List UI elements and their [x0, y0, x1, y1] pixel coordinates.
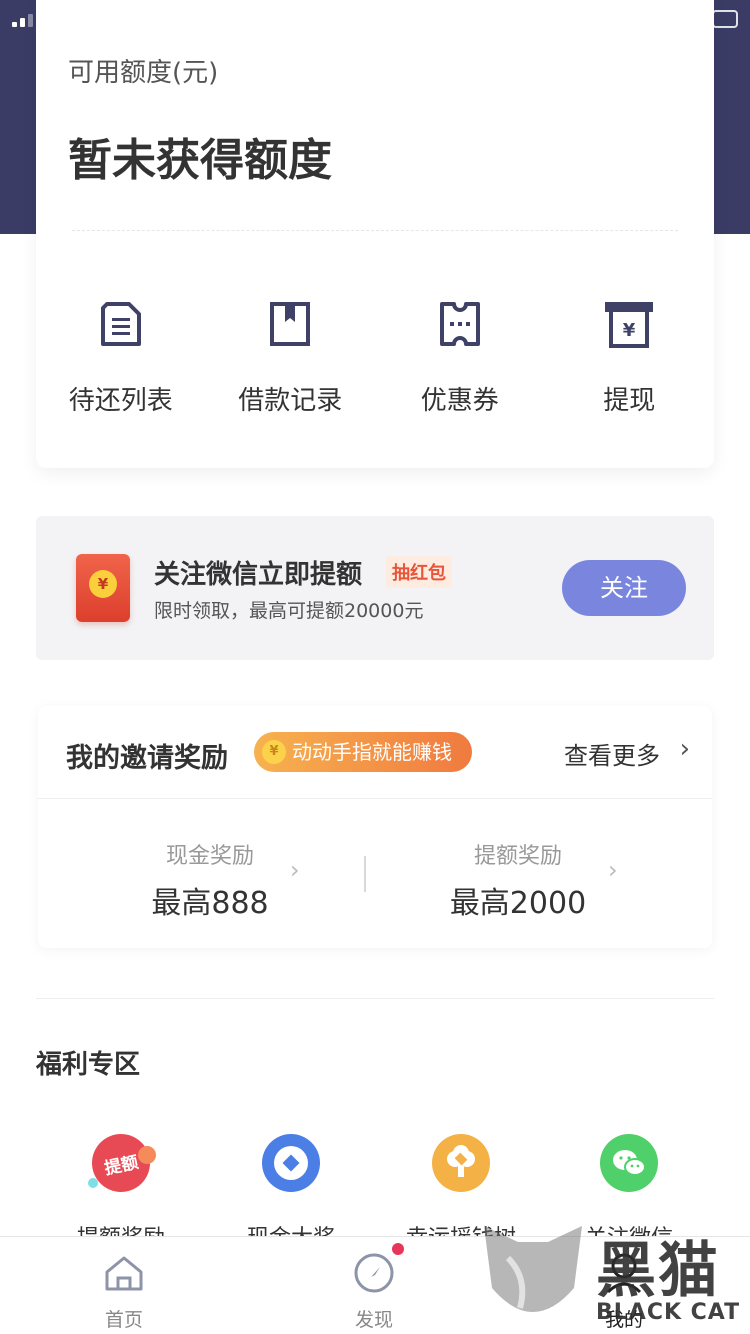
signal-icon	[12, 14, 33, 27]
chevron-right-icon[interactable]: ›	[680, 734, 690, 764]
tab-discover[interactable]: 发现	[314, 1243, 434, 1332]
coupon-ticket-icon	[432, 296, 488, 352]
view-more-link[interactable]: 查看更多	[564, 736, 660, 771]
quota-card: 可用额度(元) 暂未获得额度 待还列表 借款记录 优惠券 ¥ 提现	[36, 0, 714, 468]
quota-value: 暂未获得额度	[68, 135, 332, 186]
tab-label: 发现	[354, 1309, 393, 1331]
reward-value: 最高888	[151, 886, 269, 921]
watermark-logo: 黑猫 BLACK CAT	[478, 1218, 750, 1334]
cash-reward[interactable]: 现金奖励 最高888	[130, 838, 290, 922]
reward-label: 现金奖励	[165, 844, 254, 869]
home-icon	[102, 1251, 146, 1295]
divider	[36, 998, 714, 999]
welfare-item-raise-limit[interactable]: 提额 提额奖励	[36, 1134, 206, 1252]
quota-label: 可用额度(元)	[68, 58, 219, 88]
invite-tag: ¥ 动动手指就能赚钱	[254, 732, 472, 772]
red-envelope-icon: ¥	[76, 554, 130, 622]
compass-icon	[352, 1243, 404, 1295]
follow-wechat-banner[interactable]: ¥ 关注微信立即提额 抽红包 限时领取，最高可提额20000元 关注	[36, 516, 714, 660]
money-tree-icon	[432, 1134, 490, 1192]
watermark-subtext: BLACK CAT	[596, 1300, 741, 1325]
quick-actions: 待还列表 借款记录 优惠券 ¥ 提现	[36, 296, 714, 417]
banner-tag: 抽红包	[386, 556, 452, 588]
badge-label: 提额	[102, 1152, 141, 1179]
list-doc-icon	[93, 296, 149, 352]
svg-text:¥: ¥	[623, 320, 636, 341]
reward-label: 提额奖励	[473, 844, 562, 869]
banner-title: 关注微信立即提额	[154, 560, 363, 590]
watermark-text: 黑猫	[596, 1236, 720, 1306]
decor-dot	[138, 1146, 156, 1164]
bookmark-book-icon	[262, 296, 318, 352]
coin-ring	[274, 1146, 308, 1180]
action-repay-list[interactable]: 待还列表	[36, 296, 206, 417]
tab-label: 首页	[104, 1309, 143, 1331]
reward-value: 最高2000	[449, 886, 587, 921]
coin-icon: ¥	[89, 570, 117, 598]
action-loan-records[interactable]: 借款记录	[206, 296, 376, 417]
limit-reward[interactable]: 提额奖励 最高2000	[438, 838, 598, 922]
raise-limit-badge-icon: 提额	[88, 1134, 156, 1192]
banner-subtitle: 限时领取，最高可提额20000元	[154, 600, 424, 622]
welfare-item-cash-prize[interactable]: 现金大奖	[206, 1134, 376, 1252]
wechat-icon	[600, 1134, 658, 1192]
chevron-right-icon: ›	[290, 856, 300, 884]
divider	[38, 798, 712, 799]
divider	[364, 856, 366, 892]
action-label: 借款记录	[238, 386, 343, 416]
action-label: 提现	[603, 386, 656, 416]
follow-button[interactable]: 关注	[562, 560, 686, 616]
invite-tag-label: 动动手指就能赚钱	[292, 740, 452, 764]
action-withdraw[interactable]: ¥ 提现	[545, 296, 715, 417]
chevron-right-icon: ›	[608, 856, 618, 884]
battery-icon	[712, 10, 738, 28]
yuan-withdraw-icon: ¥	[601, 296, 657, 352]
diamond-mark	[282, 1154, 300, 1172]
invite-rewards-card: 我的邀请奖励 ¥ 动动手指就能赚钱 查看更多 › 现金奖励 最高888 › 提额…	[38, 706, 712, 948]
cash-coin-icon	[262, 1134, 320, 1192]
invite-title: 我的邀请奖励	[66, 743, 228, 774]
welfare-section-title: 福利专区	[36, 1050, 141, 1080]
tab-home[interactable]: 首页	[64, 1251, 184, 1332]
coin-icon: ¥	[262, 740, 286, 764]
decor-dot	[88, 1178, 98, 1188]
notification-dot	[392, 1243, 404, 1255]
action-coupons[interactable]: 优惠券	[375, 296, 545, 417]
action-label: 待还列表	[68, 386, 173, 416]
action-label: 优惠券	[420, 386, 499, 416]
divider	[72, 230, 678, 231]
